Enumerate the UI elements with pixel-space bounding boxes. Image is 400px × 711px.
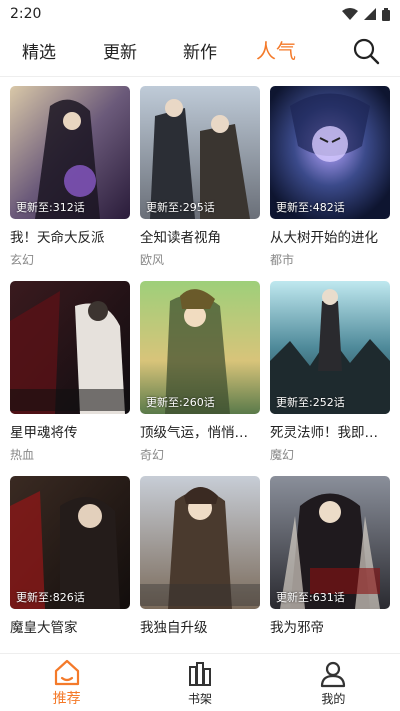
comic-genre: 欧风 bbox=[140, 253, 165, 267]
nav-profile[interactable]: 我的 bbox=[267, 654, 400, 711]
comic-genre: 热血 bbox=[10, 448, 35, 462]
comic-title: 魔皇大管家 bbox=[10, 620, 78, 636]
status-time: 2:20 bbox=[10, 6, 42, 22]
episode-badge: 更新至:252话 bbox=[276, 396, 345, 409]
bottom-nav-bar: 推荐 书架 我的 bbox=[0, 653, 400, 711]
comic-cover[interactable]: 更新至:826话 bbox=[10, 476, 130, 609]
wifi-icon bbox=[342, 8, 358, 20]
comic-cover[interactable] bbox=[140, 476, 260, 609]
comic-genre: 都市 bbox=[270, 253, 295, 267]
comic-cover[interactable]: 更新至:312话 bbox=[10, 86, 130, 219]
nav-profile-label: 我的 bbox=[321, 691, 346, 706]
nav-bookshelf-label: 书架 bbox=[187, 691, 212, 706]
battery-icon bbox=[382, 7, 390, 21]
tab-featured[interactable]: 精选 bbox=[22, 38, 56, 63]
tab-new[interactable]: 新作 bbox=[183, 38, 217, 63]
comic-card[interactable]: 更新至:631话 我为邪帝 bbox=[270, 476, 390, 641]
comic-cover[interactable]: 更新至:252话 bbox=[270, 281, 390, 414]
cover-image bbox=[140, 476, 260, 609]
comic-title: 从大树开始的进化 bbox=[270, 230, 378, 246]
search-icon[interactable] bbox=[352, 37, 380, 65]
comic-cover[interactable]: 更新至:295话 bbox=[140, 86, 260, 219]
profile-icon bbox=[321, 661, 346, 687]
nav-bookshelf[interactable]: 书架 bbox=[133, 654, 266, 711]
episode-badge: 更新至:312话 bbox=[16, 201, 85, 214]
comic-card[interactable]: 更新至:312话 我！天命大反派 玄幻 bbox=[10, 86, 130, 268]
top-tab-bar: 精选 更新 新作 人气 bbox=[0, 28, 400, 76]
home-icon bbox=[54, 659, 79, 686]
comic-title: 我独自升级 bbox=[140, 620, 208, 636]
comic-cover[interactable]: 更新至:631话 bbox=[270, 476, 390, 609]
comic-cover[interactable]: 更新至:260话 bbox=[140, 281, 260, 414]
comic-card[interactable]: 更新至:252话 死灵法师！我即是天灾 魔幻 bbox=[270, 281, 390, 463]
status-bar: 2:20 bbox=[0, 0, 400, 28]
episode-badge: 更新至:260话 bbox=[146, 396, 215, 409]
header-divider bbox=[0, 76, 400, 77]
comic-card[interactable]: 更新至:482话 从大树开始的进化 都市 bbox=[270, 86, 390, 268]
comic-card[interactable]: 更新至:295话 全知读者视角 欧风 bbox=[140, 86, 260, 268]
nav-recommend-label: 推荐 bbox=[52, 691, 81, 707]
comic-cover[interactable]: 更新至:482话 bbox=[270, 86, 390, 219]
comic-title: 死灵法师！我即是天灾 bbox=[270, 425, 390, 441]
episode-badge: 更新至:826话 bbox=[16, 591, 85, 604]
status-icons bbox=[342, 7, 390, 21]
comic-title: 我为邪帝 bbox=[270, 620, 324, 636]
comic-card[interactable]: 我独自升级 bbox=[140, 476, 260, 641]
comic-title: 星甲魂将传 bbox=[10, 425, 78, 441]
comic-card[interactable]: 更新至:826话 魔皇大管家 bbox=[10, 476, 130, 641]
comic-cover[interactable] bbox=[10, 281, 130, 414]
comic-genre: 玄幻 bbox=[10, 253, 35, 267]
comic-grid: 更新至:312话 我！天命大反派 玄幻 更新至:295话 全知读者视角 欧风 更… bbox=[10, 86, 390, 641]
episode-badge: 更新至:631话 bbox=[276, 591, 345, 604]
bookshelf-icon bbox=[188, 661, 211, 686]
comic-card[interactable]: 更新至:260话 顶级气运，悄悄修炼千年 奇幻 bbox=[140, 281, 260, 463]
comic-title: 我！天命大反派 bbox=[10, 230, 105, 246]
episode-badge: 更新至:295话 bbox=[146, 201, 215, 214]
comic-title: 顶级气运，悄悄修炼千年 bbox=[140, 425, 260, 441]
comic-genre: 奇幻 bbox=[140, 448, 165, 462]
tab-updated[interactable]: 更新 bbox=[103, 38, 137, 63]
comic-card[interactable]: 星甲魂将传 热血 bbox=[10, 281, 130, 463]
episode-badge: 更新至:482话 bbox=[276, 201, 345, 214]
comic-genre: 魔幻 bbox=[270, 448, 295, 462]
nav-recommend[interactable]: 推荐 bbox=[0, 654, 133, 711]
tab-popular[interactable]: 人气 bbox=[256, 35, 296, 64]
cover-image bbox=[10, 281, 130, 414]
comic-title: 全知读者视角 bbox=[140, 230, 221, 246]
signal-icon bbox=[364, 8, 376, 20]
